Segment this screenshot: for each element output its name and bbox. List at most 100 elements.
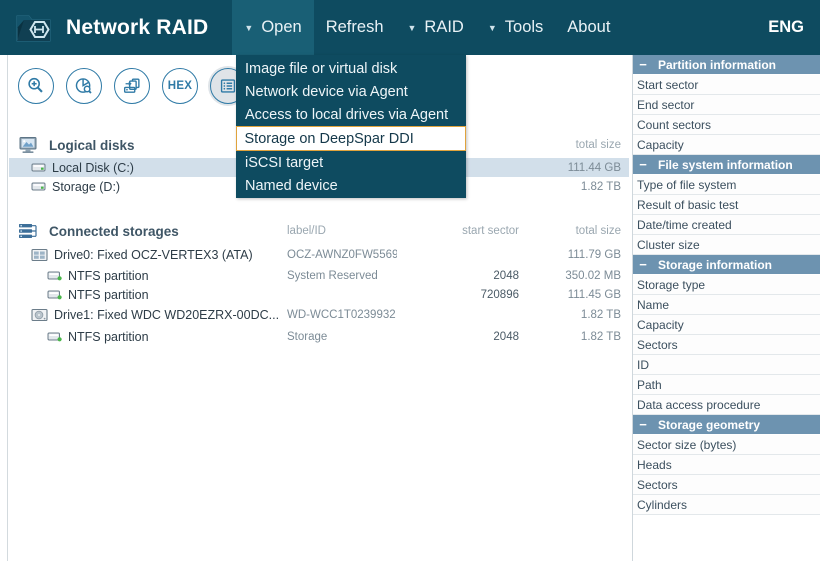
info-row: Path — [633, 375, 820, 395]
copy-disk-button[interactable] — [112, 66, 152, 106]
menu-refresh[interactable]: Refresh — [314, 0, 396, 55]
minus-icon: − — [635, 157, 651, 172]
connected-storages-col-start-sector: start sector — [389, 218, 519, 244]
open-menu-item-storage-on-deepspar-ddi[interactable]: Storage on DeepSpar DDI — [236, 126, 466, 151]
menu-raid-label: RAID — [424, 18, 463, 37]
info-row: End sector — [633, 95, 820, 115]
storage-start-sector: 720896 — [389, 289, 519, 301]
storage-row-partition[interactable]: NTFS partition 720896 111.45 GB — [9, 285, 629, 304]
connected-storages-col-total-size: total size — [509, 218, 621, 244]
info-row: Capacity — [633, 315, 820, 335]
storage-label-id: Storage — [287, 331, 397, 343]
info-row: Storage type — [633, 275, 820, 295]
open-menu-item-image-file-or-virtual-disk[interactable]: Image file or virtual disk — [236, 57, 466, 80]
open-menu-item-network-device-via-agent[interactable]: Network device via Agent — [236, 80, 466, 103]
storage-name-wrap: Drive1: Fixed WDC WD20EZRX-00DC... — [31, 308, 279, 322]
menu-open-label: Open — [261, 18, 301, 37]
info-row-label: Capacity — [637, 318, 684, 332]
storage-label: Drive0: Fixed OCZ-VERTEX3 (ATA) — [54, 248, 253, 262]
info-group-title: Storage geometry — [658, 418, 760, 432]
storage-label: Drive1: Fixed WDC WD20EZRX-00DC... — [54, 308, 279, 322]
open-menu-item-label: Storage on DeepSpar DDI — [245, 131, 414, 147]
ssd-icon — [31, 248, 48, 262]
magnifier-plus-button[interactable] — [16, 66, 56, 106]
storage-label-id: OCZ-AWNZ0FW55696... — [287, 249, 397, 261]
storage-label: NTFS partition — [68, 288, 149, 302]
storage-label: NTFS partition — [68, 269, 149, 283]
info-group-title: Storage information — [658, 258, 772, 272]
open-menu-item-named-device[interactable]: Named device — [236, 174, 466, 197]
storage-total-size: 350.02 MB — [509, 270, 621, 282]
open-menu-item-label: Access to local drives via Agent — [245, 107, 448, 123]
minus-icon: − — [635, 257, 651, 272]
menu-about[interactable]: About — [555, 0, 622, 55]
language-selector[interactable]: ENG — [768, 0, 804, 55]
open-menu-item-iscsi-target[interactable]: iSCSI target — [236, 151, 466, 174]
language-label: ENG — [768, 18, 804, 37]
info-row-label: ID — [637, 358, 649, 372]
logical-disk-name-wrap: Local Disk (C:) — [31, 161, 134, 175]
drive-icon — [31, 180, 46, 193]
storage-row-drive1[interactable]: Drive1: Fixed WDC WD20EZRX-00DC... WD-WC… — [9, 304, 629, 326]
open-menu-item-label: Named device — [245, 178, 338, 194]
logical-disk-name-wrap: Storage (D:) — [31, 180, 120, 194]
info-group-title: File system information — [658, 158, 793, 172]
open-menu-item-label: iSCSI target — [245, 155, 323, 171]
info-row: Count sectors — [633, 115, 820, 135]
info-row: Data access procedure — [633, 395, 820, 415]
info-row: ID — [633, 355, 820, 375]
info-row-label: Date/time created — [637, 218, 732, 232]
hex-icon: HEX — [162, 68, 198, 104]
info-group-file-system-information[interactable]: − File system information — [633, 155, 820, 175]
info-row-label: Type of file system — [637, 178, 736, 192]
info-group-title: Partition information — [658, 58, 776, 72]
disk-scan-button[interactable] — [64, 66, 104, 106]
info-group-storage-information[interactable]: − Storage information — [633, 255, 820, 275]
info-row-label: Heads — [637, 458, 672, 472]
monitor-icon — [17, 135, 39, 155]
menu-raid[interactable]: ▼ RAID — [396, 0, 476, 55]
connected-storages-col-label-id: label/ID — [287, 218, 326, 244]
network-raid-window: Network RAID ▼ Open Refresh ▼ RAID ▼ Too… — [0, 0, 820, 561]
partition-icon — [47, 330, 62, 343]
info-row: Sectors — [633, 335, 820, 355]
menu-open[interactable]: ▼ Open — [232, 0, 313, 55]
info-row-label: Cylinders — [637, 498, 687, 512]
logical-disk-total-size: 111.44 GB — [509, 162, 621, 174]
storage-row-partition[interactable]: NTFS partition Storage 2048 1.82 TB — [9, 326, 629, 347]
info-row-label: End sector — [637, 98, 694, 112]
logical-disk-total-size: 1.82 TB — [509, 181, 621, 193]
hex-view-button[interactable]: HEX — [160, 66, 200, 106]
copy-disk-icon — [114, 68, 150, 104]
storage-total-size: 1.82 TB — [509, 331, 621, 343]
connected-storages-title: Connected storages — [49, 224, 179, 239]
open-menu-item-access-to-local-drives-via-agent[interactable]: Access to local drives via Agent — [236, 103, 466, 126]
info-row: Cluster size — [633, 235, 820, 255]
info-row: Capacity — [633, 135, 820, 155]
storage-name-wrap: NTFS partition — [47, 269, 149, 283]
info-group-partition-information[interactable]: − Partition information — [633, 55, 820, 75]
storage-label-id: System Reserved — [287, 270, 397, 282]
partition-icon — [47, 288, 62, 301]
open-menu-dropdown: Image file or virtual disk Network devic… — [236, 55, 466, 198]
storage-row-partition[interactable]: NTFS partition System Reserved 2048 350.… — [9, 266, 629, 285]
info-row-label: Cluster size — [637, 238, 700, 252]
logical-disks-col-total-size: total size — [509, 132, 621, 158]
partition-icon — [47, 269, 62, 282]
storage-start-sector: 2048 — [389, 331, 519, 343]
storage-row-drive0[interactable]: Drive0: Fixed OCZ-VERTEX3 (ATA) OCZ-AWNZ… — [9, 244, 629, 266]
app-title: Network RAID — [66, 16, 208, 40]
hdd-icon — [31, 308, 48, 322]
info-group-storage-geometry[interactable]: − Storage geometry — [633, 415, 820, 435]
info-row-label: Sectors — [637, 478, 678, 492]
info-row: Result of basic test — [633, 195, 820, 215]
info-row-label: Start sector — [637, 78, 698, 92]
info-row: Sectors — [633, 475, 820, 495]
magnifier-plus-icon — [18, 68, 54, 104]
minus-icon: − — [635, 417, 651, 432]
info-row-label: Data access procedure — [637, 398, 760, 412]
storages-icon — [17, 221, 39, 241]
info-row: Name — [633, 295, 820, 315]
menu-tools[interactable]: ▼ Tools — [476, 0, 555, 55]
storage-label: NTFS partition — [68, 330, 149, 344]
